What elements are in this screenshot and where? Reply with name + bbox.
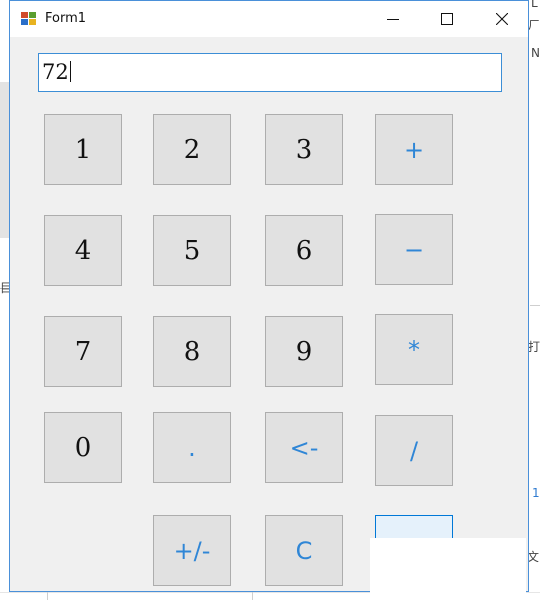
button-label: 1 — [74, 135, 92, 165]
minimize-button[interactable] — [370, 1, 416, 37]
window-title: Form1 — [45, 11, 87, 26]
digit-9-button[interactable]: 9 — [265, 316, 343, 387]
add-button[interactable]: + — [375, 114, 453, 185]
display-value: 72 — [42, 60, 71, 84]
overlapping-window-fragment — [370, 538, 526, 600]
button-label: − — [403, 236, 425, 264]
background-text: N — [531, 46, 540, 60]
digit-1-button[interactable]: 1 — [44, 114, 122, 185]
digit-8-button[interactable]: 8 — [153, 316, 231, 387]
button-label: 0 — [74, 433, 92, 463]
subtract-button[interactable]: − — [375, 214, 453, 285]
button-label: 4 — [74, 236, 92, 266]
desktop: L ㄏ N 目 打 1 文 Form1 72 1 2 3 + 4 5 6 − 7… — [0, 0, 540, 600]
button-label: + — [403, 136, 425, 164]
button-label: 3 — [295, 135, 313, 165]
digit-2-button[interactable]: 2 — [153, 114, 231, 185]
background-divider — [47, 592, 48, 600]
divide-button[interactable]: / — [375, 415, 453, 486]
button-label: * — [408, 336, 420, 364]
text-caret — [69, 61, 71, 82]
button-label: <- — [289, 434, 319, 462]
button-label: 7 — [74, 337, 92, 367]
button-label: 8 — [183, 337, 201, 367]
button-label: . — [188, 434, 196, 462]
clear-button[interactable]: C — [265, 515, 343, 586]
digit-3-button[interactable]: 3 — [265, 114, 343, 185]
button-label: C — [295, 537, 313, 565]
title-bar[interactable]: Form1 — [10, 1, 528, 37]
background-panel — [0, 82, 9, 238]
negate-button[interactable]: +/- — [153, 515, 231, 586]
digit-0-button[interactable]: 0 — [44, 412, 122, 483]
digit-7-button[interactable]: 7 — [44, 316, 122, 387]
digit-4-button[interactable]: 4 — [44, 215, 122, 286]
background-text: ㄏ — [528, 18, 540, 32]
backspace-button[interactable]: <- — [265, 412, 343, 483]
digit-5-button[interactable]: 5 — [153, 215, 231, 286]
close-icon — [496, 13, 508, 25]
minimize-icon — [387, 19, 399, 20]
maximize-icon — [441, 13, 453, 25]
background-divider — [252, 592, 253, 600]
button-label: 9 — [295, 337, 313, 367]
button-label: 6 — [295, 236, 313, 266]
background-text: 1 — [532, 486, 540, 500]
button-label: +/- — [173, 537, 211, 565]
button-label: 5 — [183, 236, 201, 266]
button-label: 2 — [183, 135, 201, 165]
background-text: 打 — [528, 340, 540, 354]
digit-6-button[interactable]: 6 — [265, 215, 343, 286]
calculator-window: Form1 72 1 2 3 + 4 5 6 − 7 8 9 * 0 . <- … — [9, 0, 529, 592]
winforms-app-icon[interactable] — [21, 12, 36, 25]
background-divider-right — [530, 305, 540, 306]
close-button[interactable] — [479, 1, 525, 37]
multiply-button[interactable]: * — [375, 314, 453, 385]
display-input[interactable]: 72 — [38, 53, 502, 92]
button-label: / — [409, 437, 419, 465]
decimal-point-button[interactable]: . — [153, 412, 231, 483]
maximize-button[interactable] — [424, 1, 470, 37]
background-text: L — [531, 0, 538, 10]
background-panel-right — [530, 0, 540, 600]
